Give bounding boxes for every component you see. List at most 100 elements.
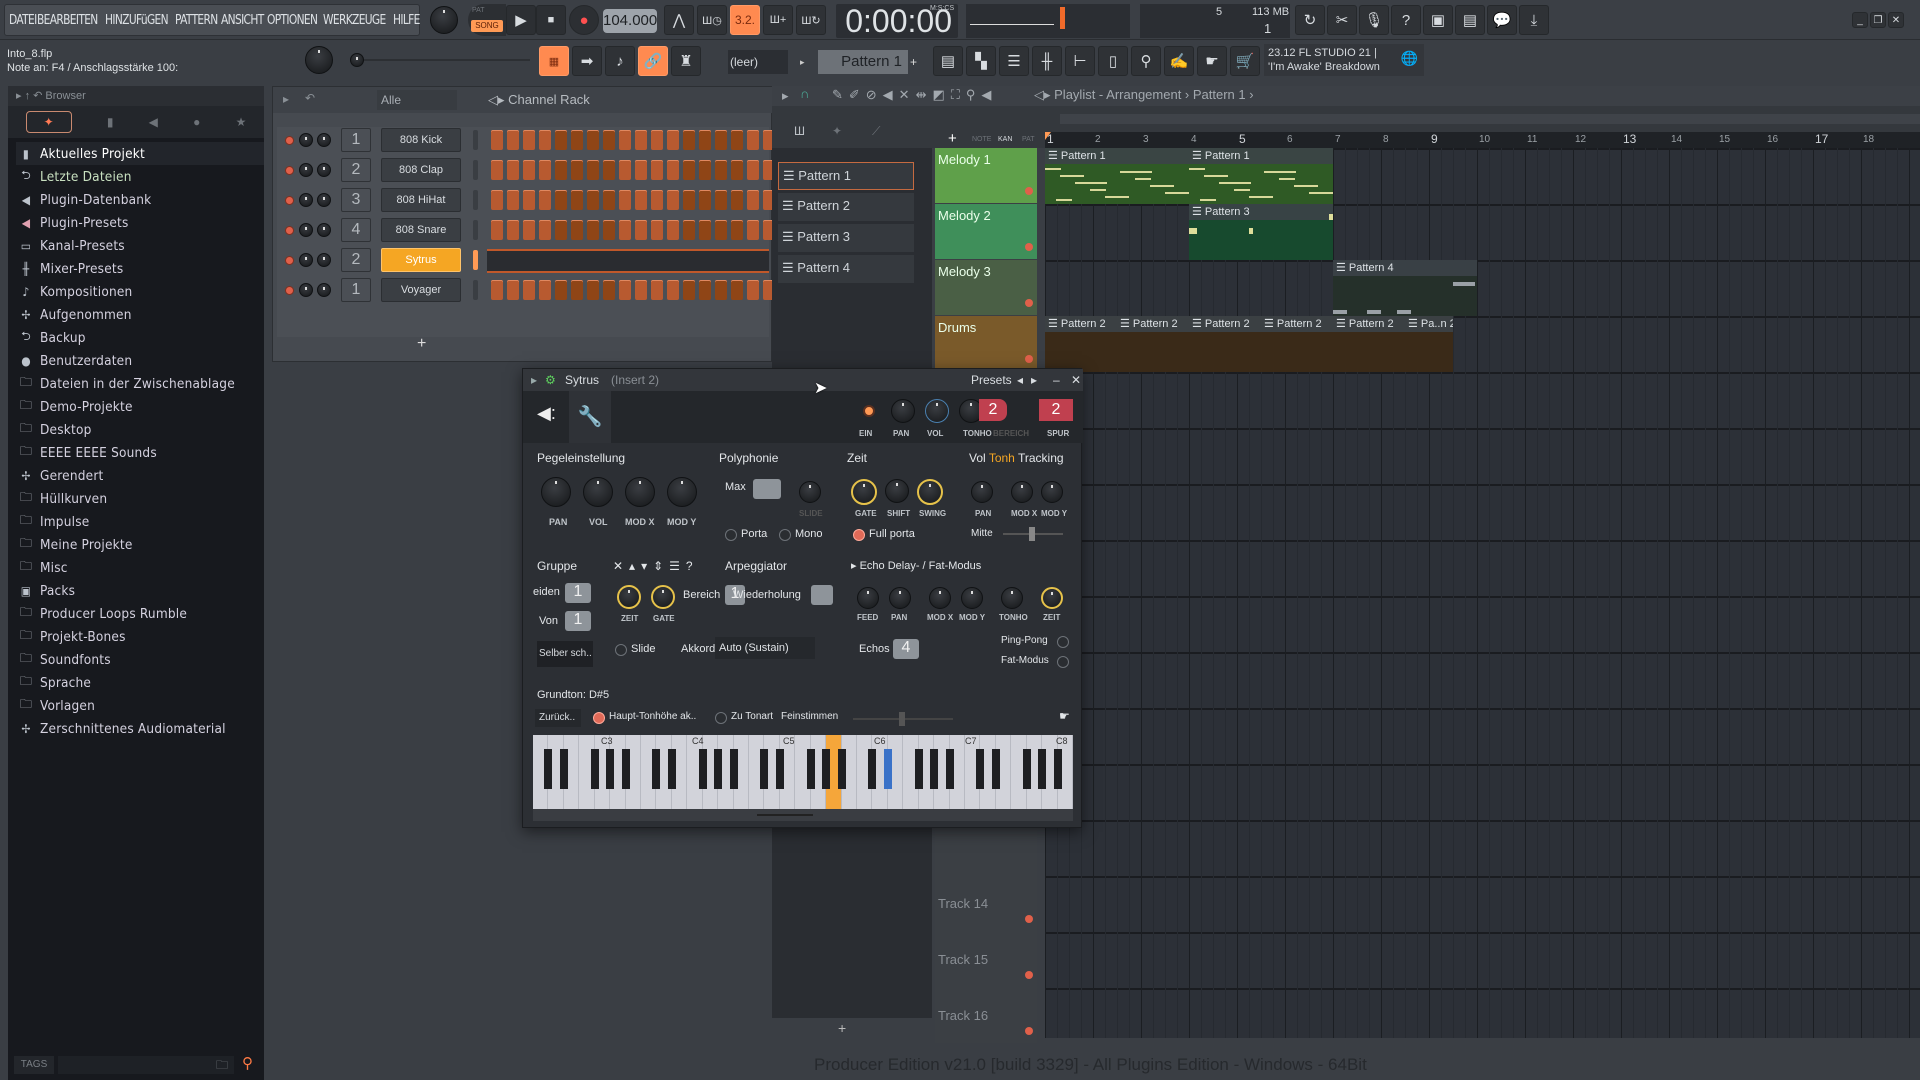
step-button[interactable] [619,220,631,240]
channel-volume-knob[interactable] [317,193,331,207]
step-button[interactable] [651,130,663,150]
channel-select-indicator[interactable] [473,280,478,300]
browser-item[interactable]: ✢ Aufgenommen [16,303,264,326]
preset-selector[interactable]: (leer) [728,50,788,74]
piano-black-key[interactable] [976,749,985,789]
step-button[interactable] [747,220,759,240]
piano-black-key[interactable] [729,749,738,789]
channel-pan-knob[interactable] [299,133,313,147]
view-playlist-button[interactable]: ▤ [933,46,963,76]
preset-prev-button[interactable]: ◂ [1017,369,1023,391]
step-button[interactable] [635,190,647,210]
step-button[interactable] [523,160,535,180]
step-button[interactable] [491,190,503,210]
channel-volume-knob[interactable] [317,163,331,177]
playlist-clip[interactable]: ☰ Pattern 2 [1189,316,1261,372]
step-button[interactable] [715,160,727,180]
close-button[interactable]: ✕ [1888,12,1904,28]
tab-online-icon[interactable]: ● [193,115,200,129]
step-button[interactable] [523,220,535,240]
step-button[interactable] [539,160,551,180]
time-gate-knob[interactable] [851,479,877,505]
range-value[interactable]: 2 [979,399,1007,421]
step-button[interactable] [619,280,631,300]
browser-item[interactable]: ⮌ Backup [16,326,264,349]
channel-mixer-track[interactable]: 4 [341,218,371,242]
arp-toolbar[interactable]: ✕▴▾⇕☰? [613,559,699,573]
preset-next-button[interactable]: ▸ [1031,369,1037,391]
tracking-mody-knob[interactable] [1041,481,1063,503]
step-button[interactable] [651,190,663,210]
volume-knob[interactable] [925,399,949,423]
piano-black-key[interactable] [667,749,676,789]
channel-mute-led[interactable] [285,196,294,205]
snap-button[interactable]: ➡ [572,46,602,76]
menu-werkzeuge[interactable]: WERKZEUGE [323,13,386,28]
menu-hilfe[interactable]: HILFE [393,13,420,28]
channel-mute-led[interactable] [285,136,294,145]
echo-time-knob[interactable] [1041,587,1063,609]
piano-black-key[interactable] [621,749,630,789]
picker-tab-pat[interactable]: PAT [1022,136,1035,143]
step-button[interactable] [715,280,727,300]
folder-icon[interactable]: 🗀 [216,1056,228,1077]
step-button[interactable] [747,190,759,210]
channel-select-indicator[interactable] [473,250,478,270]
step-button[interactable] [587,130,599,150]
arp-repeat-spinner[interactable] [811,585,833,605]
step-button[interactable] [731,160,743,180]
step-button[interactable] [715,190,727,210]
step-button[interactable] [619,130,631,150]
track-mute-led[interactable] [1025,915,1033,923]
step-button[interactable] [587,280,599,300]
piano-black-key[interactable] [930,749,939,789]
main-volume-slider[interactable] [350,53,540,67]
channel-mute-led[interactable] [285,286,294,295]
playlist-menu-arrow[interactable]: ▸ [782,88,789,104]
porta-radio[interactable] [725,529,737,541]
slide-knob[interactable] [799,481,821,503]
step-button[interactable] [491,130,503,150]
track-header[interactable]: Melody 2 [935,204,1037,259]
channel-name-button[interactable]: 808 Snare [381,218,461,242]
record-button[interactable]: ● [569,5,599,35]
playlist-clip[interactable]: ☰ Pattern 4 [1333,260,1477,316]
level-pan-knob[interactable] [541,477,571,507]
stop-button[interactable]: ■ [536,5,566,35]
track-header[interactable]: Drums [935,316,1037,371]
tags-search-input[interactable] [58,1056,234,1074]
master-volume-knob[interactable] [430,6,458,34]
piano-roll-button[interactable]: ♪ [605,46,635,76]
piano-scrollbar[interactable] [533,809,1073,821]
main-pitch-knob[interactable] [305,46,333,74]
add-pattern-button[interactable]: + [910,50,926,74]
sytrus-menu-arrow[interactable]: ▸ [531,369,537,391]
step-button[interactable] [507,220,519,240]
channel-volume-knob[interactable] [317,133,331,147]
step-button[interactable] [731,190,743,210]
piano-black-key[interactable] [1053,749,1062,789]
pattern-picker-item[interactable]: ☰ Pattern 4 [778,255,914,283]
step-button[interactable] [667,160,679,180]
piano-roll-preview[interactable] [487,249,769,273]
step-edit-button[interactable]: Ш+ [763,5,793,35]
tracking-modx-knob[interactable] [1011,481,1033,503]
channel-name-button[interactable]: 808 Clap [381,158,461,182]
step-button[interactable] [555,160,567,180]
step-button[interactable] [635,280,647,300]
playlist-clip[interactable]: ☰ Pattern 2 [1333,316,1405,372]
step-button[interactable] [651,220,663,240]
browser-item[interactable]: ♪ Kompositionen [16,280,264,303]
piano-black-key[interactable] [590,749,599,789]
tab-files-icon[interactable]: ▮ [107,115,114,129]
step-button[interactable] [587,190,599,210]
channel-select-indicator[interactable] [473,190,478,210]
browser-item[interactable]: ✢ Gerendert [16,464,264,487]
browser-item[interactable]: ◀ Plugin-Presets [16,211,264,234]
step-button[interactable] [603,220,615,240]
full-porta-radio[interactable] [853,529,865,541]
browser-item[interactable]: ● Benutzerdaten [16,349,264,372]
step-button[interactable] [667,130,679,150]
view-project-button[interactable]: ▯ [1098,46,1128,76]
step-button[interactable] [603,160,615,180]
